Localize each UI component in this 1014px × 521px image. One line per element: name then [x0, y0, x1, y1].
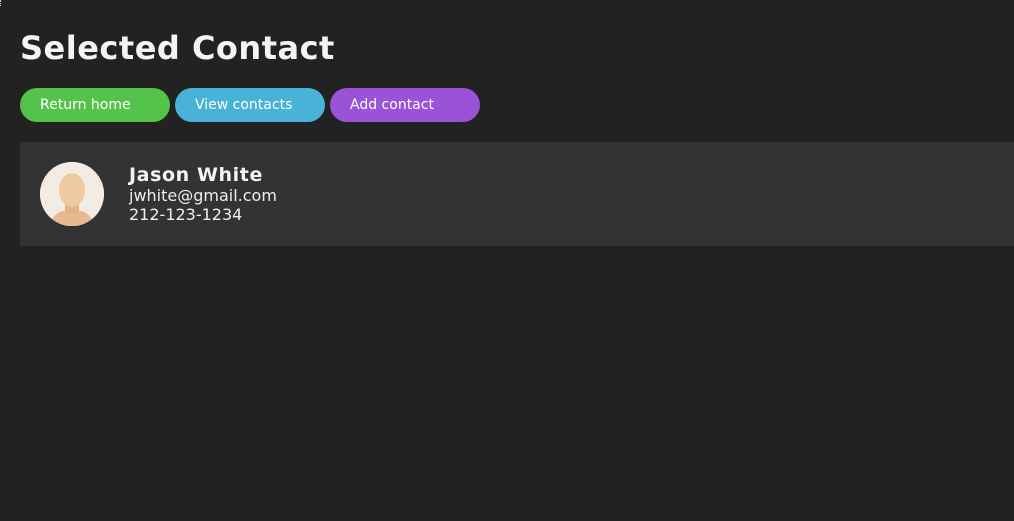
corner-mark: [0, 0, 3, 6]
return-home-button[interactable]: Return home: [20, 88, 170, 122]
view-contacts-button[interactable]: View contacts: [175, 88, 325, 122]
nav-buttons: Return home View contacts Add contact: [20, 88, 485, 122]
page-title: Selected Contact: [20, 29, 335, 67]
contact-phone: 212-123-1234: [129, 205, 243, 224]
add-contact-button[interactable]: Add contact: [330, 88, 480, 122]
contact-email: jwhite@gmail.com: [129, 186, 277, 205]
contact-card: Jason White jwhite@gmail.com 212-123-123…: [20, 142, 1014, 246]
contact-info: Jason White jwhite@gmail.com 212-123-123…: [129, 164, 277, 224]
selected-contact-page: Selected Contact Return home View contac…: [0, 0, 1014, 521]
contact-name: Jason White: [129, 164, 263, 186]
person-avatar-icon: [40, 162, 104, 226]
